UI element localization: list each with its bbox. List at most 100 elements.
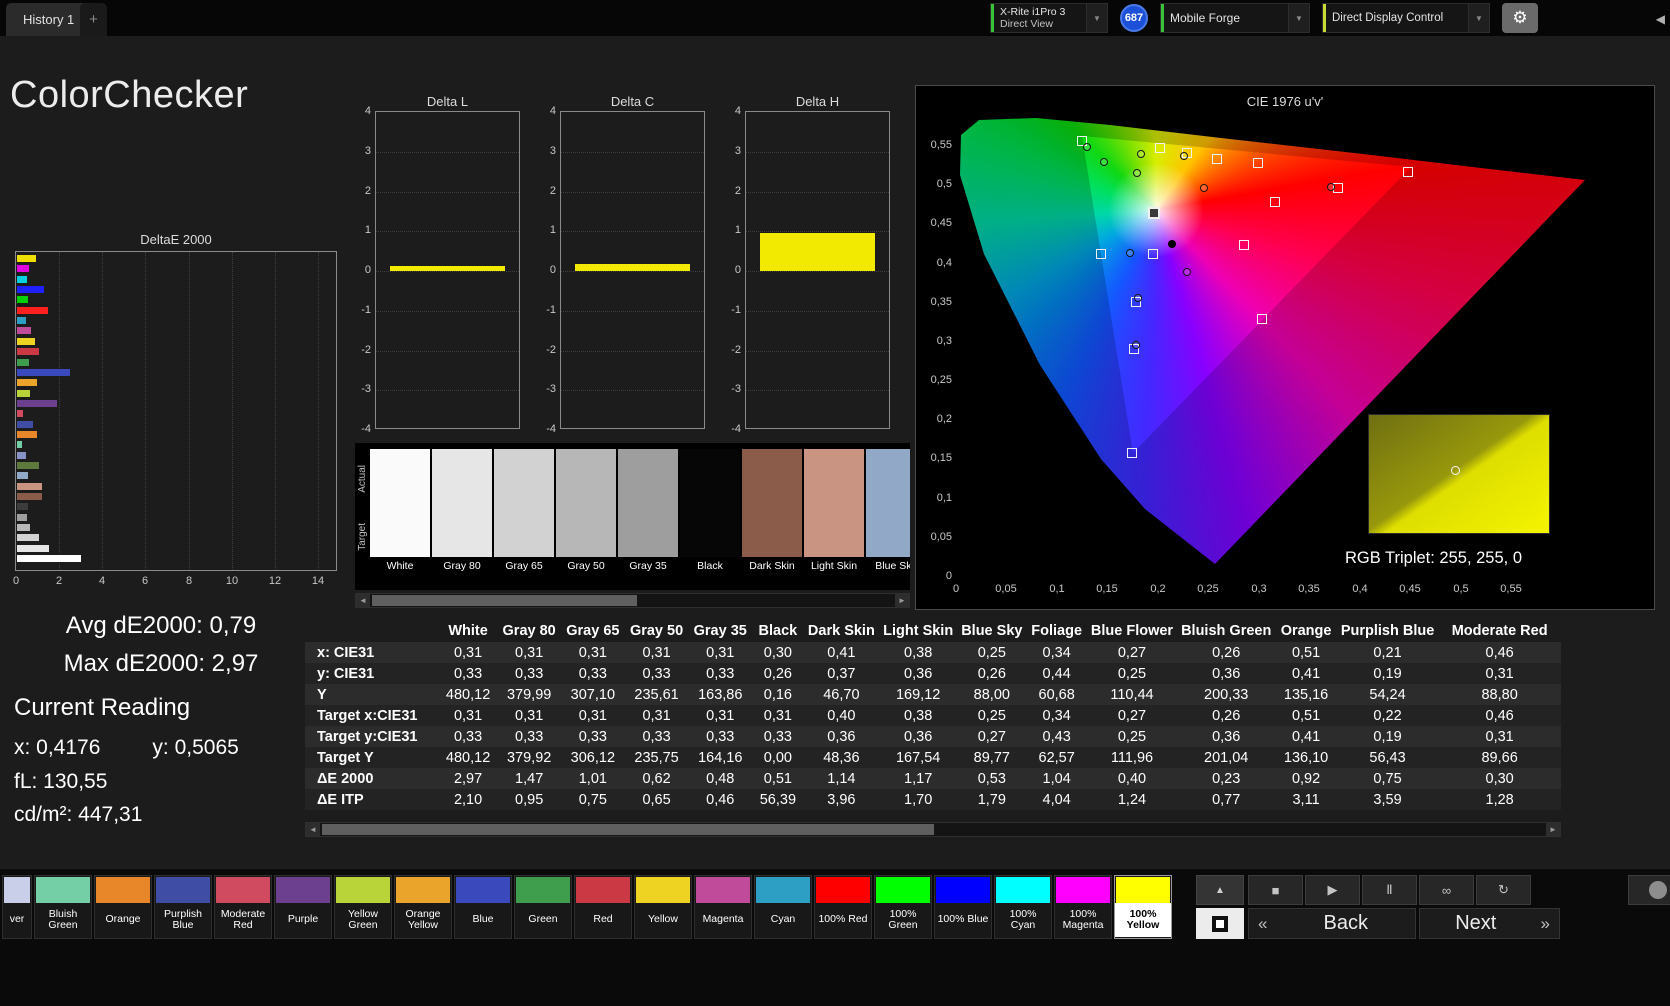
patch-button-100-blue[interactable]: 100% Blue xyxy=(934,875,992,939)
next-button[interactable]: Next » xyxy=(1419,908,1560,939)
top-bar-controls: X-Rite i1Pro 3 Direct View ▼ 687 Mobile … xyxy=(990,3,1538,33)
axis-tick-label: 3 xyxy=(549,145,556,157)
chevron-down-icon[interactable]: ▼ xyxy=(1086,4,1107,32)
source-dropdown[interactable]: Mobile Forge ▼ xyxy=(1160,3,1310,33)
table-cell: 0,31 xyxy=(624,642,689,663)
patch-button-ver[interactable]: ver xyxy=(2,875,32,939)
scroll-right-icon[interactable]: ► xyxy=(895,594,909,607)
patch-button-purplish-blue[interactable]: Purplish Blue xyxy=(154,875,212,939)
patch-button-blue[interactable]: Blue xyxy=(454,875,512,939)
scroll-left-icon[interactable]: ◄ xyxy=(356,594,370,607)
patch-button-moderate-red[interactable]: Moderate Red xyxy=(214,875,272,939)
table-cell: 0,33 xyxy=(688,726,753,747)
transport-bar: ■ ▶ Ⅱ ∞ ↻ xyxy=(1248,875,1531,905)
table-cell: 0,33 xyxy=(497,663,561,684)
patch-button-yellow[interactable]: Yellow xyxy=(634,875,692,939)
table-cell: 0,26 xyxy=(752,663,804,684)
swatch-label: Gray 35 xyxy=(629,560,667,572)
table-cell: 136,10 xyxy=(1275,747,1337,768)
patch-button-100-red[interactable]: 100% Red xyxy=(814,875,872,939)
patch-label: Cyan xyxy=(770,913,796,926)
scroll-right-icon[interactable]: ► xyxy=(1546,823,1560,836)
record-button[interactable] xyxy=(1628,875,1670,905)
table-cell: 1,79 xyxy=(957,789,1027,810)
grid-line xyxy=(746,271,889,272)
table-cell: 89,77 xyxy=(957,747,1027,768)
patch-button-purple[interactable]: Purple xyxy=(274,875,332,939)
table-cell: 0,33 xyxy=(561,726,625,747)
deltae-bar-magenta xyxy=(17,327,31,335)
table-cell: 0,41 xyxy=(803,642,880,663)
table-cell: 201,04 xyxy=(1177,747,1276,768)
patch-button-100-yellow[interactable]: 100% Yellow xyxy=(1114,875,1172,939)
patch-button-orange-yellow[interactable]: Orange Yellow xyxy=(394,875,452,939)
table-cell: 0,33 xyxy=(438,726,498,747)
deltae-bar-gray-65 xyxy=(17,534,39,542)
axis-tick-label: 4 xyxy=(364,105,371,117)
grid-line xyxy=(145,252,146,570)
table-cell: 46,70 xyxy=(803,684,880,705)
play-button[interactable]: ▶ xyxy=(1305,875,1360,905)
delta-h-plot: 4 3 2 1 0 -1 -2 -3 -4 xyxy=(731,105,890,435)
stop-button[interactable]: ■ xyxy=(1248,875,1303,905)
chevron-down-icon[interactable]: ▼ xyxy=(1468,4,1489,32)
history-tab[interactable]: History 1 xyxy=(6,3,92,36)
add-tab-button[interactable]: + xyxy=(80,3,107,36)
table-cell: 1,14 xyxy=(803,768,880,789)
table-cell: 379,92 xyxy=(497,747,561,768)
chevron-down-icon[interactable]: ▼ xyxy=(1288,4,1309,32)
measurement-count-badge[interactable]: 687 xyxy=(1120,4,1148,32)
settings-button[interactable]: ⚙ xyxy=(1502,3,1538,33)
table-cell: 0,65 xyxy=(624,789,689,810)
cie-selected-point xyxy=(1148,207,1160,219)
delta-c-plot: 4 3 2 1 0 -1 -2 -3 -4 xyxy=(546,105,705,435)
pause-button[interactable]: Ⅱ xyxy=(1362,875,1417,905)
deltae-plot xyxy=(15,251,337,571)
column-header-foliage: Foliage xyxy=(1031,623,1083,639)
table-cell: 1,28 xyxy=(1438,789,1561,810)
window-layout-button[interactable] xyxy=(1196,908,1244,939)
patch-button-100-magenta[interactable]: 100% Magenta xyxy=(1054,875,1112,939)
column-header-light-skin: Light Skin xyxy=(883,623,954,639)
scroll-up-button[interactable]: ▲ xyxy=(1196,875,1244,905)
table-scrollbar[interactable]: ◄ ► xyxy=(305,822,1561,837)
deltae-bar-foliage xyxy=(17,462,39,469)
display-control-dropdown[interactable]: Direct Display Control ▼ xyxy=(1322,3,1490,33)
meter-dropdown[interactable]: X-Rite i1Pro 3 Direct View ▼ xyxy=(990,3,1108,33)
grid-line xyxy=(102,252,103,570)
cie-target-point xyxy=(1239,240,1249,250)
patch-button-100-cyan[interactable]: 100% Cyan xyxy=(994,875,1052,939)
loop-button[interactable]: ∞ xyxy=(1419,875,1474,905)
swatch-column-gray-80: Gray 80 xyxy=(432,449,492,575)
deltae-bar-purplish-blue xyxy=(17,420,33,428)
axis-tick-label: 0,15 xyxy=(930,452,952,464)
table-cell: 2,97 xyxy=(438,768,498,789)
axis-tick-label: 0,05 xyxy=(930,531,952,543)
patch-swatch xyxy=(1116,877,1170,903)
table-cell: 0,23 xyxy=(1177,768,1276,789)
swatch-scrollbar-thumb[interactable] xyxy=(372,595,637,606)
table-cell: 169,12 xyxy=(879,684,958,705)
axis-tick-label: 4 xyxy=(734,105,741,117)
table-row: Y 480,12 379,99 307,10 235,61 163,86 0,16 46,70… xyxy=(305,684,1561,705)
swatch-scrollbar[interactable]: ◄ ► xyxy=(355,593,910,608)
scroll-left-icon[interactable]: ◄ xyxy=(306,823,320,836)
refresh-button[interactable]: ↻ xyxy=(1476,875,1531,905)
patch-button-magenta[interactable]: Magenta xyxy=(694,875,752,939)
patch-button-bluish-green[interactable]: Bluish Green xyxy=(34,875,92,939)
patch-button-green[interactable]: Green xyxy=(514,875,572,939)
back-button[interactable]: « Back xyxy=(1248,908,1416,939)
collapse-panel-icon[interactable]: ◀ xyxy=(1656,12,1665,26)
patch-button-yellow-green[interactable]: Yellow Green xyxy=(334,875,392,939)
table-cell: 0,31 xyxy=(561,642,625,663)
patch-button-red[interactable]: Red xyxy=(574,875,632,939)
table-cell: 2,10 xyxy=(438,789,498,810)
table-cell: 0,36 xyxy=(879,726,958,747)
patch-button-cyan[interactable]: Cyan xyxy=(754,875,812,939)
patch-button-100-green[interactable]: 100% Green xyxy=(874,875,932,939)
table-cell: 0,26 xyxy=(1177,705,1276,726)
patch-button-orange[interactable]: Orange xyxy=(94,875,152,939)
swatch-column-gray-65: Gray 65 xyxy=(494,449,554,575)
table-cell: 4,04 xyxy=(1026,789,1087,810)
table-scrollbar-thumb[interactable] xyxy=(322,824,934,835)
